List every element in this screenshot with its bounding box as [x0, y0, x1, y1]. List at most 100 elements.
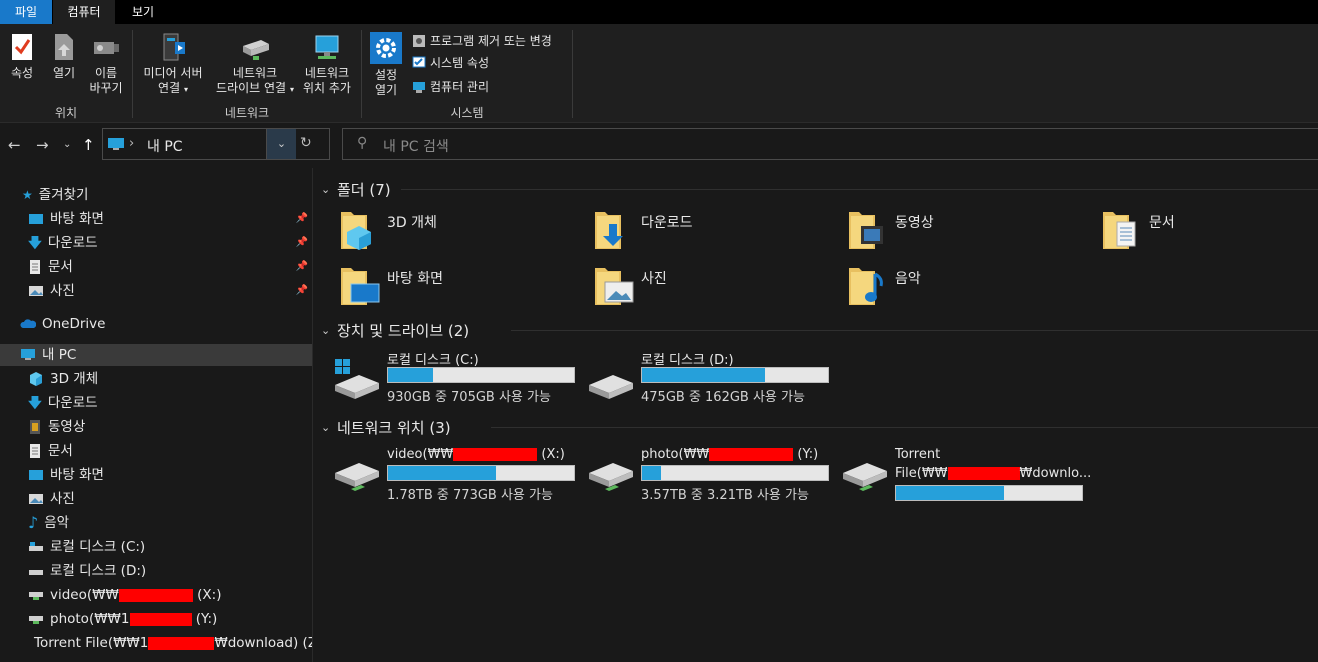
- sidebar-label: 로컬 디스크 (C:): [50, 539, 146, 555]
- folder-desktop-icon: [341, 268, 380, 305]
- section-network-header[interactable]: ⌄ 네트워크 위치 (3): [321, 415, 1318, 439]
- section-title: 폴더 (7): [337, 180, 391, 199]
- section-drives-header[interactable]: ⌄ 장치 및 드라이브 (2): [321, 318, 1318, 342]
- media-server-button[interactable]: 미디어 서버 연결 ▾: [138, 32, 208, 97]
- chevron-down-icon: ⌄: [321, 323, 331, 337]
- drive-usage-fill: [896, 486, 1004, 500]
- folder-documents[interactable]: 문서: [1075, 208, 1315, 254]
- pictures-icon: [29, 494, 43, 504]
- drive-name: 로컬 디스크 (D:): [641, 353, 734, 368]
- tab-view[interactable]: 보기: [118, 0, 168, 24]
- sidebar-item-network-y[interactable]: photo(₩₩1 (Y:): [28, 608, 217, 630]
- sidebar-item-videos[interactable]: 동영상: [28, 416, 85, 438]
- breadcrumb[interactable]: 내 PC: [147, 136, 183, 156]
- open-button[interactable]: 열기: [46, 32, 82, 81]
- sidebar-item-drive-c[interactable]: 로컬 디스크 (C:): [28, 536, 145, 558]
- system-properties-button[interactable]: 시스템 속성: [412, 55, 489, 71]
- network-drive-icon: [243, 40, 269, 60]
- sidebar-item-3d-objects[interactable]: 3D 개체: [28, 368, 98, 390]
- computer-management-button[interactable]: 컴퓨터 관리: [412, 79, 489, 95]
- properties-button[interactable]: 속성: [6, 32, 38, 81]
- map-network-drive-button[interactable]: 네트워크 드라이브 연결 ▾: [210, 32, 300, 97]
- drive-d[interactable]: 로컬 디스크 (D:) 475GB 중 162GB 사용 가능: [567, 349, 829, 405]
- open-settings-button[interactable]: 설정 열기: [366, 32, 406, 98]
- folder-downloads[interactable]: 다운로드: [567, 208, 807, 254]
- sidebar-item-quick-access[interactable]: ★ 즐겨찾기: [22, 184, 88, 206]
- section-divider: [491, 427, 1318, 428]
- sidebar-label: 3D 개체: [50, 371, 99, 387]
- folder-3d-objects[interactable]: 3D 개체: [313, 208, 553, 254]
- address-bar[interactable]: › 내 PC ⌄ ↻: [102, 128, 330, 160]
- pin-icon[interactable]: 📌: [296, 280, 308, 302]
- recent-locations-chevron-icon[interactable]: ⌄: [63, 139, 71, 150]
- sidebar-item-desktop[interactable]: 바탕 화면 📌: [28, 208, 312, 230]
- network-drive-icon: [29, 592, 43, 600]
- search-icon: ⚲: [357, 135, 368, 151]
- star-icon: ★: [22, 188, 33, 202]
- settings-label-2: 열기: [374, 83, 398, 97]
- sidebar-item-documents-pc[interactable]: 문서: [28, 440, 73, 462]
- properties-icon: [12, 34, 32, 60]
- network-drive-x[interactable]: video(₩₩ (X:) 1.78TB 중 773GB 사용 가능: [313, 447, 575, 503]
- pin-icon[interactable]: 📌: [296, 256, 308, 278]
- forward-arrow-icon[interactable]: →: [36, 136, 49, 154]
- uninstall-program-button[interactable]: 프로그램 제거 또는 변경: [412, 33, 552, 49]
- folder-pictures[interactable]: 사진: [567, 264, 807, 310]
- folder-videos[interactable]: 동영상: [821, 208, 1061, 254]
- sidebar-label: 로컬 디스크 (D:): [50, 563, 147, 579]
- folder-name: 문서: [1149, 215, 1175, 231]
- network-drive-icon: [589, 463, 633, 491]
- sidebar-item-downloads[interactable]: 🡇 다운로드 📌: [28, 232, 312, 254]
- drive-usage-bar: [387, 367, 575, 383]
- folder-music[interactable]: 음악: [821, 264, 1061, 310]
- folder-desktop[interactable]: 바탕 화면: [313, 264, 553, 310]
- pin-icon[interactable]: 📌: [296, 208, 308, 230]
- sidebar-item-pictures[interactable]: 사진 📌: [28, 280, 312, 302]
- sidebar-item-this-pc[interactable]: 내 PC: [0, 344, 312, 366]
- sidebar-label: 사진: [50, 491, 75, 507]
- folder-videos-icon: [849, 212, 883, 249]
- sidebar-label: 바탕 화면: [50, 211, 104, 227]
- group-system-label: 시스템: [450, 106, 484, 120]
- tab-file[interactable]: 파일: [0, 0, 52, 24]
- refresh-icon[interactable]: ↻: [300, 135, 312, 151]
- open-icon: [55, 34, 73, 60]
- pin-icon[interactable]: 📌: [296, 232, 308, 254]
- sidebar-item-network-z[interactable]: Torrent File(₩₩1 ₩download) (Z:: [28, 632, 312, 654]
- sidebar-item-network-x[interactable]: video(₩₩ (X:): [28, 584, 221, 606]
- sidebar-item-downloads-pc[interactable]: 🡇 다운로드: [28, 392, 98, 414]
- pictures-icon: [29, 286, 43, 296]
- rename-button[interactable]: 이름 바꾸기: [86, 32, 126, 96]
- computer-management-label: 컴퓨터 관리: [430, 80, 490, 94]
- drive-size: 1.78TB 중 773GB 사용 가능: [387, 488, 553, 503]
- computer-icon: [21, 349, 35, 360]
- sidebar-item-desktop-pc[interactable]: 바탕 화면: [28, 464, 104, 486]
- uninstall-icon: [413, 35, 425, 47]
- folder-downloads-icon: [595, 212, 623, 249]
- sidebar-item-documents[interactable]: 문서 📌: [28, 256, 312, 278]
- drive-name: photo(₩₩ (Y:): [641, 447, 819, 462]
- drive-size: 930GB 중 705GB 사용 가능: [387, 390, 551, 405]
- sidebar-item-drive-d[interactable]: 로컬 디스크 (D:): [28, 560, 146, 582]
- back-arrow-icon[interactable]: ←: [8, 136, 21, 154]
- section-divider: [401, 189, 1318, 190]
- sidebar-item-onedrive[interactable]: OneDrive: [20, 313, 105, 335]
- system-properties-label: 시스템 속성: [430, 56, 490, 70]
- network-drive-y[interactable]: photo(₩₩ (Y:) 3.57TB 중 3.21TB 사용 가능: [567, 447, 829, 503]
- section-folders-header[interactable]: ⌄ 폴더 (7): [321, 177, 1318, 201]
- sidebar-label: 내 PC: [42, 347, 77, 363]
- tab-computer[interactable]: 컴퓨터: [53, 0, 115, 24]
- search-input[interactable]: ⚲ 내 PC 검색: [342, 128, 1318, 160]
- drive-c[interactable]: 로컬 디스크 (C:) 930GB 중 705GB 사용 가능: [313, 349, 575, 405]
- add-location-label-2: 위치 추가: [303, 81, 351, 95]
- address-dropdown-chevron-icon[interactable]: ⌄: [266, 129, 296, 159]
- up-arrow-icon[interactable]: ↑: [82, 136, 95, 154]
- sidebar-item-pictures-pc[interactable]: 사진: [28, 488, 75, 510]
- rename-label-1: 이름: [94, 66, 118, 80]
- sidebar-item-music[interactable]: ♪ 음악: [28, 512, 69, 534]
- cube-3d-icon: [30, 372, 42, 386]
- download-arrow-icon: 🡇: [28, 395, 42, 411]
- folder-name: 동영상: [895, 215, 934, 231]
- add-network-location-button[interactable]: 네트워크 위치 추가: [296, 32, 358, 96]
- network-drive-z[interactable]: Torrent File(₩₩ ₩downlo...: [821, 447, 1091, 501]
